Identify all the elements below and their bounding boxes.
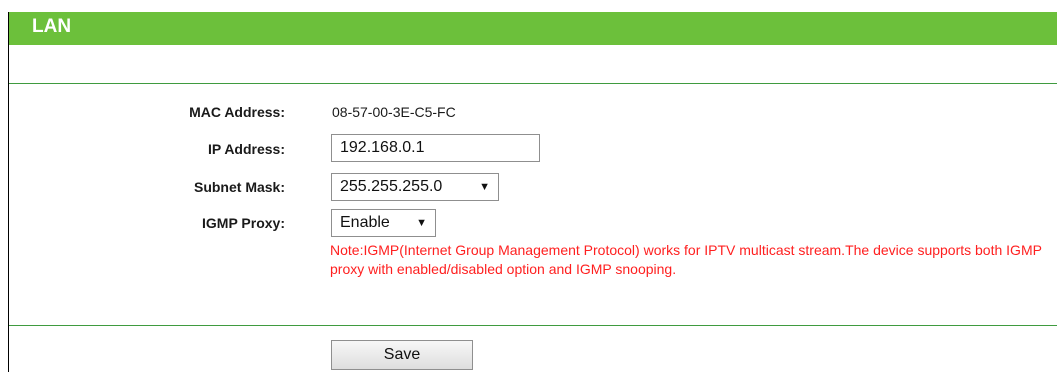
mac-address-value: 08-57-00-3E-C5-FC (332, 104, 456, 120)
ip-address-label: IP Address: (207, 141, 285, 157)
igmp-proxy-select[interactable]: Enable ▼ (331, 209, 436, 237)
igmp-proxy-value: Enable (340, 214, 390, 231)
subnet-mask-select[interactable]: 255.255.255.0 ▼ (331, 173, 499, 201)
ip-address-value: 192.168.0.1 (340, 139, 425, 156)
chevron-down-icon: ▼ (479, 181, 490, 193)
section-header: LAN (9, 12, 1057, 45)
ip-address-input[interactable]: 192.168.0.1 (331, 134, 540, 162)
igmp-note: Note:IGMP(Internet Group Management Prot… (330, 242, 1042, 277)
mac-address-label: MAC Address: (189, 104, 285, 120)
save-button[interactable]: Save (331, 340, 473, 370)
divider-top (9, 83, 1057, 84)
igmp-proxy-label: IGMP Proxy: (202, 215, 285, 231)
lan-panel: LAN MAC Address: 08-57-00-3E-C5-FC IP Ad… (8, 12, 1057, 372)
subnet-mask-value: 255.255.255.0 (340, 178, 443, 195)
chevron-down-icon: ▼ (416, 217, 427, 229)
divider-bottom (9, 325, 1057, 326)
subnet-mask-label: Subnet Mask: (193, 179, 285, 195)
section-title: LAN (32, 16, 72, 37)
